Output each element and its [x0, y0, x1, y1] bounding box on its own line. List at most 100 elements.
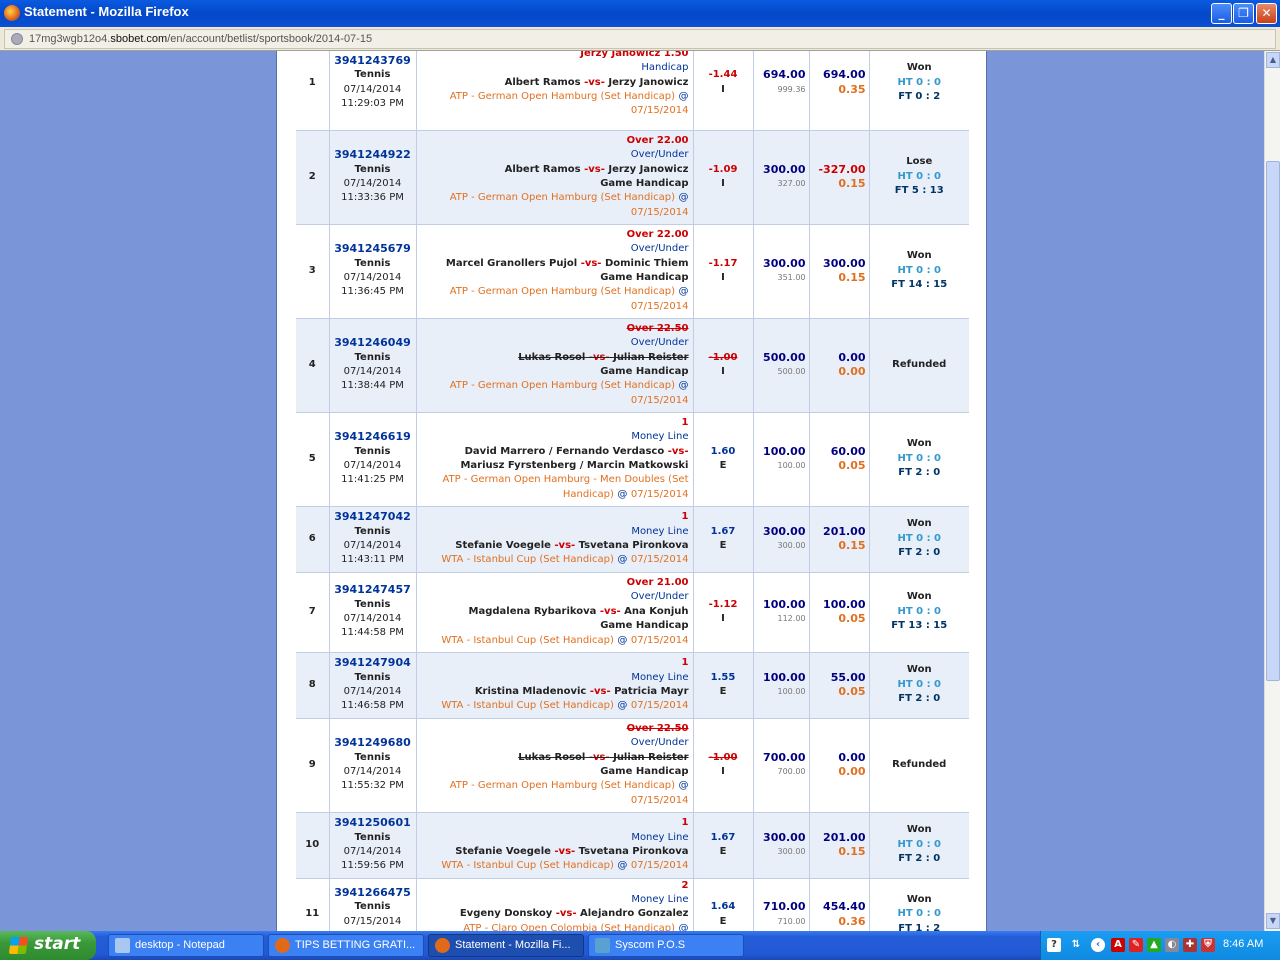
ticket-id-link[interactable]: 3941250601: [333, 816, 413, 830]
actual-stake: 112.00: [777, 614, 806, 623]
sport-label: Tennis: [354, 163, 391, 175]
taskbar-button[interactable]: Syscom P.O.S: [588, 934, 744, 957]
network-icon[interactable]: ⇅: [1069, 938, 1083, 952]
bet-row: 9 3941249680 Tennis 07/14/2014 11:55:32 PM Ov…: [296, 718, 969, 813]
fulltime-score: FT 14 : 15: [891, 279, 948, 291]
bet-ref-cell: 3941247904 Tennis 07/14/2014 11:46:58 PM: [328, 652, 416, 719]
status-cell: Won HT 0 : 0 FT 2 : 0: [868, 652, 969, 719]
status-badge: Won: [906, 438, 932, 450]
row-number: 3: [296, 224, 329, 319]
selection-label: Over 22.00: [626, 134, 689, 146]
firefox-icon: [435, 938, 450, 953]
sport-label: Tennis: [354, 69, 391, 81]
sport-label: Tennis: [354, 831, 391, 843]
match-name: Stefanie Voegele -vs- Tsvetana Pironkova: [455, 540, 689, 551]
odds-cell: 1.60 E: [692, 412, 753, 507]
ticket-id-link[interactable]: 3941246619: [333, 430, 413, 444]
row-number: 11: [296, 878, 329, 931]
winlose-value: 201.00: [823, 830, 866, 844]
sport-label: Tennis: [354, 257, 391, 269]
firefox-icon: [4, 5, 20, 21]
bet-date: 07/14/2014: [343, 460, 402, 471]
winlose-value: 0.00: [838, 350, 866, 364]
commission-value: 0.36: [838, 914, 866, 928]
status-cell: Lose HT 0 : 0 FT 5 : 13: [868, 130, 969, 225]
maximize-button[interactable]: ❐: [1233, 3, 1254, 24]
scroll-down-arrow-icon[interactable]: ▼: [1266, 913, 1280, 929]
ticket-id-link[interactable]: 3941246049: [333, 336, 413, 350]
ticket-id-link[interactable]: 3941247042: [333, 510, 413, 524]
ticket-id-link[interactable]: 3941243769: [333, 54, 413, 68]
winlose-cell: 100.00 0.05: [808, 572, 869, 653]
taskbar-button[interactable]: Statement - Mozilla Fi...: [428, 934, 584, 957]
sport-label: Tennis: [354, 445, 391, 457]
odds-value: -1.44: [708, 69, 738, 81]
tool-icon[interactable]: ✎: [1129, 938, 1143, 952]
selection-cell: 1 Money Line Stefanie Voegele -vs- Tsvetan…: [415, 812, 693, 879]
sport-label: Tennis: [354, 525, 391, 537]
winlose-value: 694.00: [823, 68, 866, 82]
match-name: David Marrero / Fernando Verdasco -vs- M…: [460, 445, 689, 471]
scroll-thumb[interactable]: [1266, 161, 1280, 681]
taskbar-button[interactable]: TIPS BETTING GRATI...: [268, 934, 424, 957]
scroll-up-arrow-icon[interactable]: ▲: [1266, 52, 1280, 68]
ticket-id-link[interactable]: 3941244922: [333, 148, 413, 162]
ticket-id-link[interactable]: 3941249680: [333, 736, 413, 750]
pdf-icon[interactable]: A: [1111, 938, 1125, 952]
match-name: Lukas Rosol -vs- Julian Reister: [518, 351, 689, 363]
vertical-scrollbar[interactable]: ▲ ▼: [1264, 51, 1280, 931]
match-name: Stefanie Voegele -vs- Tsvetana Pironkova: [455, 846, 689, 857]
fulltime-score: FT 2 : 0: [898, 693, 941, 705]
url-text[interactable]: 17mg3wgb12o4.sbobet.com/en/account/betli…: [29, 33, 372, 45]
minimize-button[interactable]: _: [1211, 3, 1232, 24]
row-number: 6: [296, 506, 329, 573]
bet-row: 3 3941245679 Tennis 07/14/2014 11:36:45 PM Ov…: [296, 224, 969, 319]
odds-cell: 1.67 E: [692, 812, 753, 879]
odds-value: 1.67: [710, 525, 736, 537]
ticket-id-link[interactable]: 3941247904: [333, 656, 413, 670]
antivirus-icon[interactable]: ✚: [1183, 938, 1197, 952]
site-identity-icon[interactable]: [11, 33, 23, 45]
taskbar-button[interactable]: desktop - Notepad: [108, 934, 264, 957]
shield-icon[interactable]: ⛨: [1201, 938, 1215, 952]
winlose-cell: 55.00 0.05: [808, 652, 869, 719]
actual-stake: 100.00: [777, 461, 806, 470]
status-cell: Won HT 0 : 0 FT 1 : 2: [868, 878, 969, 931]
winlose-value: 55.00: [830, 670, 866, 684]
collapse-tray-icon[interactable]: ‹: [1091, 938, 1105, 952]
status-cell: Won HT 0 : 0 FT 13 : 15: [868, 572, 969, 653]
winlose-cell: 454.40 0.36: [808, 878, 869, 931]
bet-row: 10 3941250601 Tennis 07/14/2014 11:59:56 PM 1…: [296, 812, 969, 879]
match-name: Magdalena Rybarikova -vs- Ana Konjuh: [468, 605, 689, 617]
window-title: Statement - Mozilla Firefox: [24, 4, 189, 19]
halftime-score: HT 0 : 0: [897, 605, 942, 617]
speaker-icon[interactable]: ◐: [1165, 938, 1179, 952]
league-label: ATP - German Open Hamburg (Set Handicap)…: [449, 780, 689, 806]
help-icon[interactable]: ?: [1047, 938, 1061, 952]
stake-cell: 694.00 999.36: [752, 51, 809, 131]
status-badge: Won: [906, 664, 932, 676]
ticket-id-link[interactable]: 3941247457: [333, 583, 413, 597]
row-number: 9: [296, 718, 329, 813]
ticket-id-link[interactable]: 3941245679: [333, 242, 413, 256]
nvidia-icon[interactable]: ▲: [1147, 938, 1161, 952]
league-label: WTA - Istanbul Cup (Set Handicap) @ 07/1…: [441, 634, 689, 646]
status-cell: Won HT 0 : 0 FT 14 : 15: [868, 224, 969, 319]
status-badge: Won: [906, 250, 932, 262]
start-button[interactable]: start: [0, 931, 96, 960]
taskbar: start desktop - Notepad TIPS BETTING GRAT…: [0, 931, 1280, 960]
market-label: Game Handicap: [600, 766, 689, 777]
commission-value: 0.05: [838, 612, 866, 625]
close-button[interactable]: ✕: [1256, 3, 1277, 24]
winlose-cell: -327.00 0.15: [808, 130, 869, 225]
bet-ref-cell: 3941243769 Tennis 07/14/2014 11:29:03 PM: [328, 51, 416, 131]
clock: 8:46 AM: [1223, 938, 1264, 950]
selection-cell: Over 22.50 Over/Under Lukas Rosol -vs- Jul…: [415, 318, 693, 413]
address-bar[interactable]: 17mg3wgb12o4.sbobet.com/en/account/betli…: [0, 27, 1280, 51]
ticket-id-link[interactable]: 3941266475: [333, 886, 413, 900]
bet-time: 11:55:32 PM: [341, 780, 404, 792]
stake-cell: 100.00 100.00: [752, 412, 809, 507]
status-badge: Won: [906, 893, 932, 905]
league-label: ATP - German Open Hamburg - Men Doubles …: [442, 474, 689, 500]
fulltime-score: FT 2 : 0: [898, 467, 941, 479]
